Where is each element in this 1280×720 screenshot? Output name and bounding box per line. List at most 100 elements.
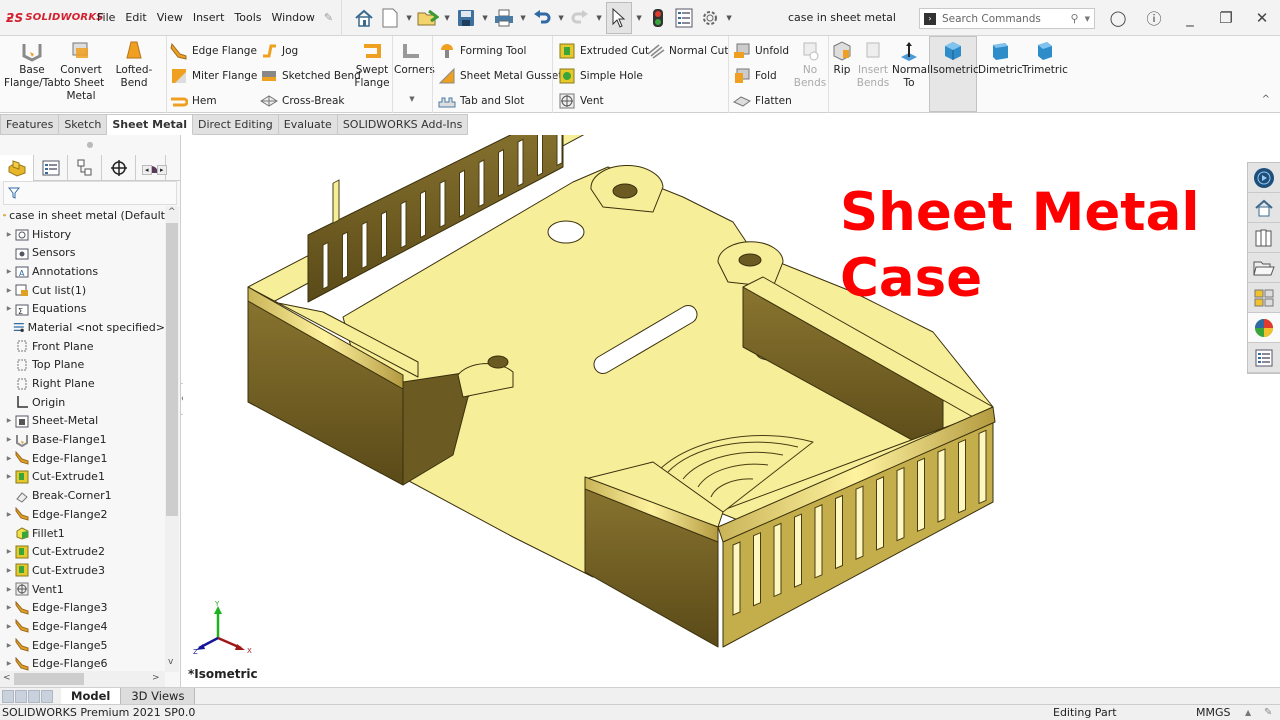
dimetric-button[interactable]: Dimetric: [978, 40, 1023, 77]
expand-arrow-icon[interactable]: ▶: [3, 455, 15, 462]
insert-bends-button[interactable]: Insert Bends: [856, 40, 890, 90]
tree-item-front-plane[interactable]: Front Plane: [0, 337, 165, 356]
corners-dropdown-icon[interactable]: ▼: [394, 93, 430, 106]
next-tab-button[interactable]: [28, 689, 40, 703]
tree-item-material-not-specified[interactable]: Material <not specified>: [0, 318, 165, 337]
user-account-icon[interactable]: ◯: [1100, 9, 1136, 27]
restore-button[interactable]: ❐: [1208, 9, 1244, 27]
tree-item-equations[interactable]: ▶ Σ Equations: [0, 299, 165, 318]
print-dropdown-icon[interactable]: ▼: [518, 14, 528, 22]
options-dropdown-icon[interactable]: ▼: [724, 14, 734, 22]
home-tab[interactable]: [1248, 193, 1280, 223]
save-dropdown-icon[interactable]: ▼: [480, 14, 490, 22]
file-properties-icon[interactable]: [672, 5, 696, 31]
search-dropdown-icon[interactable]: ▼: [1085, 15, 1090, 23]
menu-insert[interactable]: Insert: [188, 11, 230, 24]
new-dropdown-icon[interactable]: ▼: [404, 14, 414, 22]
tree-item-edge-flange5[interactable]: ▶ Edge-Flange5: [0, 636, 165, 655]
scroll-left-icon[interactable]: <: [3, 673, 11, 683]
tree-item-sheet-metal[interactable]: ▶ Sheet-Metal: [0, 412, 165, 431]
expand-arrow-icon[interactable]: ▶: [3, 473, 15, 480]
last-tab-button[interactable]: [41, 689, 53, 703]
property-manager-tab[interactable]: [34, 155, 68, 181]
home-icon[interactable]: [352, 5, 376, 31]
menu-view[interactable]: View: [152, 11, 188, 24]
expand-arrow-icon[interactable]: ▶: [3, 586, 15, 593]
vertical-scroll-thumb[interactable]: [166, 223, 178, 516]
tree-root-part[interactable]: case in sheet metal (Default: [0, 206, 165, 225]
flatten-button[interactable]: Flatten: [733, 92, 792, 110]
tree-vertical-scrollbar[interactable]: ^ v: [165, 206, 179, 672]
tree-horizontal-scrollbar[interactable]: < >: [0, 671, 165, 687]
horizontal-scroll-thumb[interactable]: [14, 673, 84, 685]
tab-model[interactable]: Model: [61, 687, 121, 705]
base-flange-button[interactable]: Base Flange/Tab: [4, 40, 60, 90]
expand-arrow-icon[interactable]: ▶: [3, 231, 15, 238]
search-commands-input[interactable]: › Search Commands ⚲ ▼: [919, 8, 1095, 29]
normal-cut-button[interactable]: Normal Cut: [647, 42, 728, 60]
expand-arrow-icon[interactable]: ▶: [3, 642, 15, 649]
tab-3d-views[interactable]: 3D Views: [120, 687, 196, 705]
no-bends-button[interactable]: No Bends: [793, 40, 827, 90]
tab-sheet-metal[interactable]: Sheet Metal: [107, 114, 193, 135]
menu-edit[interactable]: Edit: [120, 11, 151, 24]
print-icon[interactable]: [492, 5, 516, 31]
open-icon[interactable]: [416, 5, 440, 31]
tree-item-sensors[interactable]: Sensors: [0, 243, 165, 262]
close-button[interactable]: ✕: [1244, 9, 1280, 27]
expand-arrow-icon[interactable]: ▶: [3, 660, 15, 667]
sheet-metal-gusset-button[interactable]: Sheet Metal Gusset: [438, 67, 562, 85]
dimxpert-manager-tab[interactable]: [102, 155, 136, 181]
expand-arrow-icon[interactable]: ▶: [3, 604, 15, 611]
redo-icon[interactable]: [568, 5, 592, 31]
tree-item-cut-extrude1[interactable]: ▶ Cut-Extrude1: [0, 468, 165, 487]
normal-to-button[interactable]: Normal To: [892, 40, 930, 90]
solidworks-logo[interactable]: ƻS SOLIDWORKS: [0, 11, 103, 25]
isometric-button[interactable]: Isometric: [930, 40, 979, 77]
menu-tools[interactable]: Tools: [229, 11, 266, 24]
expand-arrow-icon[interactable]: ▶: [3, 567, 15, 574]
tree-item-annotations[interactable]: ▶ A Annotations: [0, 262, 165, 281]
previous-tab-button[interactable]: [15, 689, 27, 703]
redo-dropdown-icon[interactable]: ▼: [594, 14, 604, 22]
search-icon[interactable]: ⚲: [1071, 12, 1079, 25]
forming-tool-button[interactable]: Forming Tool: [438, 42, 526, 60]
tree-item-base-flange1[interactable]: ▶ Base-Flange1: [0, 430, 165, 449]
tab-scroll-left-icon[interactable]: ◂: [142, 165, 152, 175]
jog-button[interactable]: Jog: [260, 42, 298, 60]
tab-evaluate[interactable]: Evaluate: [278, 114, 338, 135]
select-dropdown-icon[interactable]: ▼: [634, 14, 644, 22]
simple-hole-button[interactable]: Simple Hole: [558, 67, 643, 85]
expand-arrow-icon[interactable]: ▶: [3, 417, 15, 424]
tree-item-edge-flange4[interactable]: ▶ Edge-Flange4: [0, 617, 165, 636]
save-icon[interactable]: [454, 5, 478, 31]
tab-scroll-right-icon[interactable]: ▸: [157, 165, 167, 175]
solidworks-resources-tab[interactable]: [1248, 163, 1280, 193]
hem-button[interactable]: Hem: [170, 92, 217, 110]
vent-button[interactable]: Vent: [558, 92, 604, 110]
units-dropdown-icon[interactable]: ▲: [1245, 705, 1251, 720]
graphics-area[interactable]: ▼ ▼ ▼ ▼ ▼ ▯ ▯ _ ❐ ✕ Sheet Metal Case: [183, 135, 1280, 687]
tree-item-edge-flange6[interactable]: ▶ Edge-Flange6: [0, 655, 165, 673]
tree-item-cut-extrude3[interactable]: ▶ Cut-Extrude3: [0, 561, 165, 580]
tree-item-edge-flange2[interactable]: ▶ Edge-Flange2: [0, 505, 165, 524]
file-explorer-tab[interactable]: [1248, 253, 1280, 283]
minimize-button[interactable]: _: [1172, 9, 1208, 27]
tab-sketch[interactable]: Sketch: [59, 114, 108, 135]
miter-flange-button[interactable]: Miter Flange: [170, 67, 257, 85]
units-selector[interactable]: MMGS: [1196, 705, 1231, 720]
expand-arrow-icon[interactable]: ▶: [3, 287, 15, 294]
tab-features[interactable]: Features: [0, 114, 60, 135]
new-document-icon[interactable]: [378, 5, 402, 31]
expand-arrow-icon[interactable]: ▶: [3, 548, 15, 555]
tab-and-slot-button[interactable]: Tab and Slot: [438, 92, 524, 110]
scroll-up-icon[interactable]: ^: [168, 207, 176, 217]
rip-button[interactable]: Rip: [830, 40, 854, 77]
swept-flange-button[interactable]: Swept Flange: [354, 40, 390, 90]
view-palette-tab[interactable]: [1248, 283, 1280, 313]
help-icon[interactable]: ⓘ: [1136, 8, 1172, 29]
appearances-scenes-tab[interactable]: [1248, 313, 1280, 343]
design-library-tab[interactable]: [1248, 223, 1280, 253]
extruded-cut-button[interactable]: Extruded Cut: [558, 42, 649, 60]
tree-item-cut-list-1[interactable]: ▶ Cut list(1): [0, 281, 165, 300]
